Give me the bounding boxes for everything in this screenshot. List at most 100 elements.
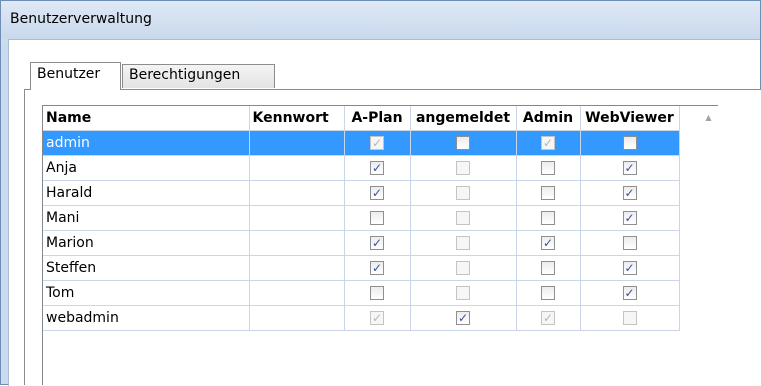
- angemeldet-checkbox: [456, 160, 470, 175]
- password-cell[interactable]: [249, 255, 345, 281]
- admin-cell: [516, 155, 581, 181]
- angemeldet-checkbox: [456, 185, 470, 200]
- angemeldet-cell: [410, 180, 517, 206]
- column-header-webviewer[interactable]: WebViewer: [580, 106, 680, 131]
- angemeldet-checkbox: [456, 235, 470, 250]
- table-row[interactable]: Marion: [43, 230, 680, 256]
- angemeldet-checkbox: [456, 285, 470, 300]
- aplan-checkbox[interactable]: [370, 160, 384, 175]
- password-cell[interactable]: [249, 205, 345, 231]
- webviewer-checkbox: [622, 310, 637, 325]
- password-cell[interactable]: [249, 180, 345, 206]
- aplan-cell: [344, 280, 411, 306]
- webviewer-cell: [580, 280, 680, 306]
- webviewer-cell: [580, 180, 680, 206]
- grid-header-row: Name Kennwort A-Plan angemeldet Admin We…: [43, 106, 680, 131]
- grid-body: adminAnjaHaraldManiMarionSteffenTomwebad…: [43, 130, 680, 331]
- webviewer-cell: [580, 305, 680, 331]
- user-name-cell[interactable]: Marion: [43, 230, 250, 256]
- aplan-cell: [344, 230, 411, 256]
- admin-checkbox[interactable]: [541, 260, 555, 275]
- angemeldet-checkbox: [456, 210, 470, 225]
- admin-cell: [516, 205, 581, 231]
- angemeldet-cell: [410, 305, 517, 331]
- aplan-checkbox[interactable]: [370, 260, 384, 275]
- table-row[interactable]: Anja: [43, 155, 680, 181]
- table-row[interactable]: Tom: [43, 280, 680, 306]
- admin-checkbox[interactable]: [541, 210, 555, 225]
- user-name-cell[interactable]: Steffen: [43, 255, 250, 281]
- table-row[interactable]: webadmin: [43, 305, 680, 331]
- aplan-cell: [344, 155, 411, 181]
- aplan-cell: [344, 255, 411, 281]
- webviewer-cell: [580, 155, 680, 181]
- angemeldet-checkbox: [456, 260, 470, 275]
- admin-checkbox[interactable]: [541, 285, 555, 300]
- column-header-name[interactable]: Name: [43, 106, 250, 131]
- webviewer-checkbox[interactable]: [622, 260, 637, 275]
- webviewer-checkbox[interactable]: [622, 160, 637, 175]
- aplan-checkbox[interactable]: [370, 185, 384, 200]
- admin-cell: [516, 130, 581, 156]
- admin-checkbox: [541, 310, 555, 325]
- admin-cell: [516, 255, 581, 281]
- webviewer-cell: [580, 230, 680, 256]
- user-name-cell[interactable]: admin: [43, 130, 250, 156]
- tab-berechtigungen[interactable]: Berechtigungen: [122, 64, 275, 88]
- column-header-admin[interactable]: Admin: [516, 106, 581, 131]
- admin-cell: [516, 180, 581, 206]
- user-name-cell[interactable]: Mani: [43, 205, 250, 231]
- user-name-cell[interactable]: Tom: [43, 280, 250, 306]
- angemeldet-cell: [410, 280, 517, 306]
- user-name-cell[interactable]: Anja: [43, 155, 250, 181]
- angemeldet-cell: [410, 230, 517, 256]
- grid-scrollbar[interactable]: ▲: [700, 106, 717, 385]
- aplan-checkbox: [370, 310, 384, 325]
- webviewer-cell: [580, 255, 680, 281]
- user-name-cell[interactable]: Harald: [43, 180, 250, 206]
- title-bar[interactable]: Benutzerverwaltung: [1, 1, 760, 39]
- webviewer-checkbox[interactable]: [622, 285, 637, 300]
- password-cell[interactable]: [249, 305, 345, 331]
- admin-checkbox[interactable]: [541, 160, 555, 175]
- webviewer-checkbox[interactable]: [622, 210, 637, 225]
- table-row[interactable]: Mani: [43, 205, 680, 231]
- aplan-checkbox[interactable]: [370, 235, 384, 250]
- admin-cell: [516, 280, 581, 306]
- aplan-cell: [344, 205, 411, 231]
- column-header-aplan[interactable]: A-Plan: [344, 106, 411, 131]
- column-header-kennwort[interactable]: Kennwort: [249, 106, 345, 131]
- user-name-cell[interactable]: webadmin: [43, 305, 250, 331]
- aplan-cell: [344, 130, 411, 156]
- aplan-checkbox[interactable]: [370, 285, 384, 300]
- table-row[interactable]: Steffen: [43, 255, 680, 281]
- admin-cell: [516, 305, 581, 331]
- webviewer-checkbox[interactable]: [622, 235, 637, 250]
- chevron-up-icon[interactable]: ▲: [700, 112, 717, 124]
- table-row[interactable]: admin: [43, 130, 680, 156]
- password-cell[interactable]: [249, 130, 345, 156]
- angemeldet-checkbox[interactable]: [456, 135, 470, 150]
- password-cell[interactable]: [249, 155, 345, 181]
- column-header-angemeldet[interactable]: angemeldet: [410, 106, 517, 131]
- aplan-checkbox: [370, 135, 384, 150]
- admin-checkbox[interactable]: [541, 235, 555, 250]
- password-cell[interactable]: [249, 230, 345, 256]
- webviewer-cell: [580, 130, 680, 156]
- webviewer-cell: [580, 205, 680, 231]
- tab-benutzer[interactable]: Benutzer: [30, 62, 121, 90]
- angemeldet-checkbox[interactable]: [456, 310, 470, 325]
- table-row[interactable]: Harald: [43, 180, 680, 206]
- admin-checkbox: [541, 135, 555, 150]
- angemeldet-cell: [410, 155, 517, 181]
- admin-cell: [516, 230, 581, 256]
- angemeldet-cell: [410, 130, 517, 156]
- window-title: Benutzerverwaltung: [10, 11, 152, 27]
- webviewer-checkbox[interactable]: [622, 185, 637, 200]
- admin-checkbox[interactable]: [541, 185, 555, 200]
- aplan-checkbox[interactable]: [370, 210, 384, 225]
- angemeldet-cell: [410, 205, 517, 231]
- angemeldet-cell: [410, 255, 517, 281]
- password-cell[interactable]: [249, 280, 345, 306]
- webviewer-checkbox[interactable]: [622, 135, 637, 150]
